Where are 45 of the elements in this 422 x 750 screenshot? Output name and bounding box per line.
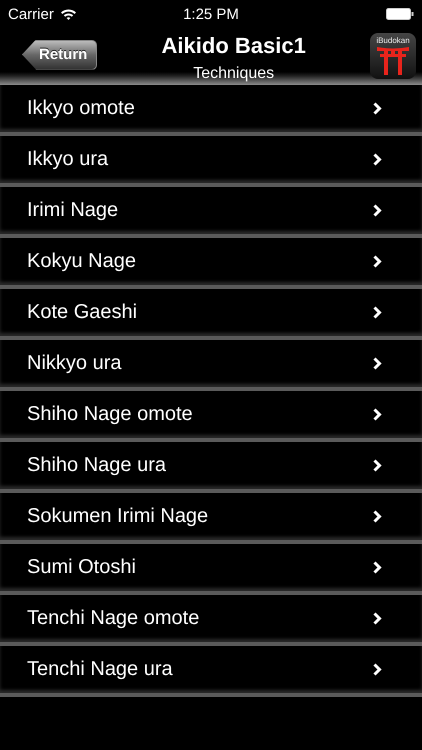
chevron-icon bbox=[373, 255, 382, 268]
technique-label: Tenchi Nage ura bbox=[27, 658, 173, 681]
chevron-icon bbox=[373, 408, 382, 421]
chevron-icon bbox=[373, 153, 382, 166]
technique-label: Sumi Otoshi bbox=[27, 556, 136, 579]
technique-row[interactable]: Tenchi Nage ura bbox=[0, 646, 422, 697]
technique-row[interactable]: Nikkyo ura bbox=[0, 340, 422, 391]
technique-row[interactable]: Ikkyo omote bbox=[0, 85, 422, 136]
logo-text: iBudokan bbox=[376, 36, 410, 44]
technique-row[interactable]: Ikkyo ura bbox=[0, 136, 422, 187]
wifi-icon bbox=[60, 8, 77, 20]
technique-label: Kote Gaeshi bbox=[27, 301, 138, 324]
technique-label: Sokumen Irimi Nage bbox=[27, 505, 208, 528]
technique-row[interactable]: Tenchi Nage omote bbox=[0, 595, 422, 646]
technique-label: Irimi Nage bbox=[27, 199, 118, 222]
chevron-icon bbox=[373, 204, 382, 217]
chevron-icon bbox=[373, 561, 382, 574]
technique-row[interactable]: Shiho Nage ura bbox=[0, 442, 422, 493]
technique-row[interactable]: Shiho Nage omote bbox=[0, 391, 422, 442]
technique-label: Shiho Nage omote bbox=[27, 403, 193, 426]
carrier-label: Carrier bbox=[8, 6, 54, 22]
chevron-icon bbox=[373, 510, 382, 523]
clock-time: 1:25 PM bbox=[183, 6, 239, 22]
torii-gate-icon bbox=[376, 44, 410, 74]
technique-label: Kokyu Nage bbox=[27, 250, 136, 273]
nav-subtitle: Techniques bbox=[193, 64, 274, 82]
chevron-icon bbox=[373, 306, 382, 319]
chevron-icon bbox=[373, 102, 382, 115]
nav-title: Aikido Basic1 bbox=[162, 32, 306, 58]
return-button[interactable]: Return bbox=[22, 40, 98, 70]
chevron-icon bbox=[373, 357, 382, 370]
chevron-icon bbox=[373, 612, 382, 625]
technique-label: Ikkyo omote bbox=[27, 97, 135, 120]
chevron-icon bbox=[373, 663, 382, 676]
technique-row[interactable]: Sumi Otoshi bbox=[0, 544, 422, 595]
technique-row[interactable]: Sokumen Irimi Nage bbox=[0, 493, 422, 544]
technique-label: Tenchi Nage omote bbox=[27, 607, 200, 630]
technique-row[interactable]: Kokyu Nage bbox=[0, 238, 422, 289]
technique-label: Nikkyo ura bbox=[27, 352, 122, 375]
technique-row[interactable]: Kote Gaeshi bbox=[0, 289, 422, 340]
technique-row[interactable]: Irimi Nage bbox=[0, 187, 422, 238]
chevron-icon bbox=[373, 459, 382, 472]
technique-label: Ikkyo ura bbox=[27, 148, 108, 171]
technique-label: Shiho Nage ura bbox=[27, 454, 166, 477]
battery-icon bbox=[386, 8, 414, 20]
